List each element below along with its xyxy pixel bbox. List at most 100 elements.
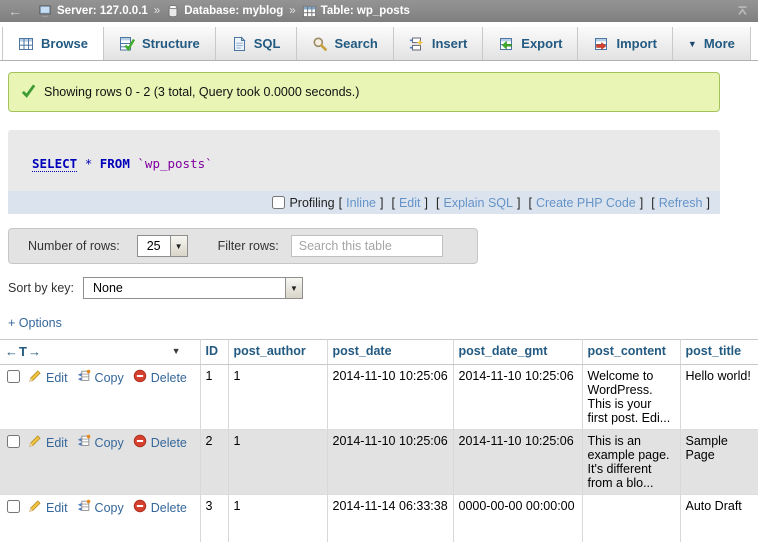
copy-icon [77, 434, 91, 451]
tab-more[interactable]: ▼ More [673, 27, 751, 60]
collapse-panel-icon[interactable] [735, 4, 750, 18]
row-actions-cell: Edit Copy Delete [0, 495, 200, 542]
sort-dropdown-icon[interactable]: ▼ [172, 346, 181, 356]
cell-post-date-gmt: 2014-11-10 10:25:06 [453, 365, 582, 430]
column-header-id[interactable]: ID [200, 340, 228, 365]
cell-id: 3 [200, 495, 228, 542]
sort-by-key-value: None [84, 278, 132, 298]
results-table: ←T→ ▼ ID post_author post_date post_date… [0, 339, 758, 542]
tab-bar: Browse Structure SQL Search Insert [0, 22, 758, 61]
delete-link[interactable]: Delete [133, 434, 187, 451]
cell-post-content: This is an example page. It's different … [582, 430, 680, 495]
copy-link[interactable]: Copy [77, 369, 124, 386]
import-icon [593, 36, 609, 52]
options-toggle-link[interactable]: + Options [8, 316, 62, 330]
tab-search-label: Search [335, 36, 378, 51]
delete-icon [133, 434, 147, 451]
tab-sql[interactable]: SQL [216, 27, 297, 60]
back-arrow-icon[interactable]: ← [8, 3, 22, 19]
cell-post-author: 1 [228, 495, 327, 542]
row-checkbox[interactable] [7, 500, 20, 513]
number-of-rows-label: Number of rows: [28, 239, 120, 253]
cell-post-content [582, 495, 680, 542]
sql-icon [231, 36, 247, 52]
pencil-icon [28, 369, 42, 386]
tab-insert[interactable]: Insert [394, 27, 483, 60]
breadcrumb-table[interactable]: Table: wp_posts [302, 4, 410, 19]
delete-link[interactable]: Delete [133, 369, 187, 386]
filter-rows-input[interactable] [291, 235, 443, 257]
link-edit-query[interactable]: Edit [399, 196, 421, 210]
tab-structure[interactable]: Structure [104, 27, 216, 60]
breadcrumb-table-label: Table: wp_posts [321, 5, 410, 17]
column-header-post-title[interactable]: post_title [680, 340, 758, 365]
copy-link[interactable]: Copy [77, 434, 124, 451]
tab-browse[interactable]: Browse [2, 27, 104, 60]
table-icon [302, 4, 317, 19]
tab-search[interactable]: Search [297, 27, 394, 60]
tab-browse-label: Browse [41, 36, 88, 51]
column-header-post-author[interactable]: post_author [228, 340, 327, 365]
sort-by-key-select[interactable]: None ▼ [83, 277, 303, 299]
database-icon [166, 4, 180, 18]
tab-export[interactable]: Export [483, 27, 578, 60]
bracket: [ [391, 196, 394, 210]
profiling-checkbox-label[interactable]: Profiling [272, 196, 334, 210]
tab-import[interactable]: Import [578, 27, 672, 60]
number-of-rows-select[interactable]: 25 ▼ [137, 235, 188, 257]
actions-column-header[interactable]: ←T→ ▼ [0, 340, 200, 365]
copy-link[interactable]: Copy [77, 499, 124, 516]
cell-post-author: 1 [228, 365, 327, 430]
sql-query-box: SELECT * FROM `wp_posts` Profiling [ Inl… [8, 130, 720, 214]
cell-id: 2 [200, 430, 228, 495]
select-arrow-icon: ▼ [285, 278, 302, 298]
row-checkbox[interactable] [7, 370, 20, 383]
results-controls-bar: Number of rows: 25 ▼ Filter rows: [8, 228, 478, 264]
browse-icon [18, 36, 34, 52]
caret-down-icon: ▼ [688, 39, 697, 49]
sort-by-key-row: Sort by key: None ▼ [8, 277, 758, 299]
delete-icon [133, 499, 147, 516]
copy-icon [77, 499, 91, 516]
insert-icon [409, 36, 425, 52]
breadcrumb-server[interactable]: Server: 127.0.0.1 [38, 4, 148, 19]
filter-rows-label: Filter rows: [218, 239, 279, 253]
breadcrumb-database-label: Database: myblog [184, 5, 283, 17]
row-actions-cell: Edit Copy Delete [0, 430, 200, 495]
column-header-post-date-gmt[interactable]: post_date_gmt [453, 340, 582, 365]
column-header-post-date[interactable]: post_date [327, 340, 453, 365]
cell-post-title: Sample Page [680, 430, 758, 495]
copy-icon [77, 369, 91, 386]
phpmyadmin-browse-page: ← Server: 127.0.0.1 » Database: myblog »… [0, 0, 758, 542]
link-inline[interactable]: Inline [346, 196, 376, 210]
row-checkbox[interactable] [7, 435, 20, 448]
link-explain-sql[interactable]: Explain SQL [443, 196, 512, 210]
edit-link[interactable]: Edit [28, 369, 68, 386]
export-icon [498, 36, 514, 52]
cell-post-title: Auto Draft [680, 495, 758, 542]
link-refresh[interactable]: Refresh [659, 196, 703, 210]
tab-sql-label: SQL [254, 36, 281, 51]
delete-link[interactable]: Delete [133, 499, 187, 516]
bracket: ] [380, 196, 383, 210]
column-header-post-content[interactable]: post_content [582, 340, 680, 365]
link-create-php-code[interactable]: Create PHP Code [536, 196, 636, 210]
success-check-icon [21, 83, 36, 101]
cell-post-title: Hello world! [680, 365, 758, 430]
delete-icon [133, 369, 147, 386]
tab-more-label: More [704, 36, 735, 51]
breadcrumb-database[interactable]: Database: myblog [166, 4, 283, 18]
table-row: EditCopyDelete 1 1 2014-11-10 10:25:06 2… [0, 365, 758, 430]
cell-post-date: 2014-11-14 06:33:38 [327, 495, 453, 542]
edit-link[interactable]: Edit [28, 499, 68, 516]
profiling-checkbox[interactable] [272, 196, 285, 209]
transpose-options-icon[interactable]: ←T→ [5, 344, 42, 359]
edit-link[interactable]: Edit [28, 434, 68, 451]
sql-keyword-from: FROM [100, 156, 130, 171]
number-of-rows-value: 25 [138, 236, 170, 256]
sort-by-key-label: Sort by key: [8, 281, 74, 295]
bracket: ] [640, 196, 643, 210]
breadcrumb-bar: ← Server: 127.0.0.1 » Database: myblog »… [0, 0, 758, 22]
cell-post-content: Welcome to WordPress. This is your first… [582, 365, 680, 430]
breadcrumb-separator: » [289, 5, 295, 17]
